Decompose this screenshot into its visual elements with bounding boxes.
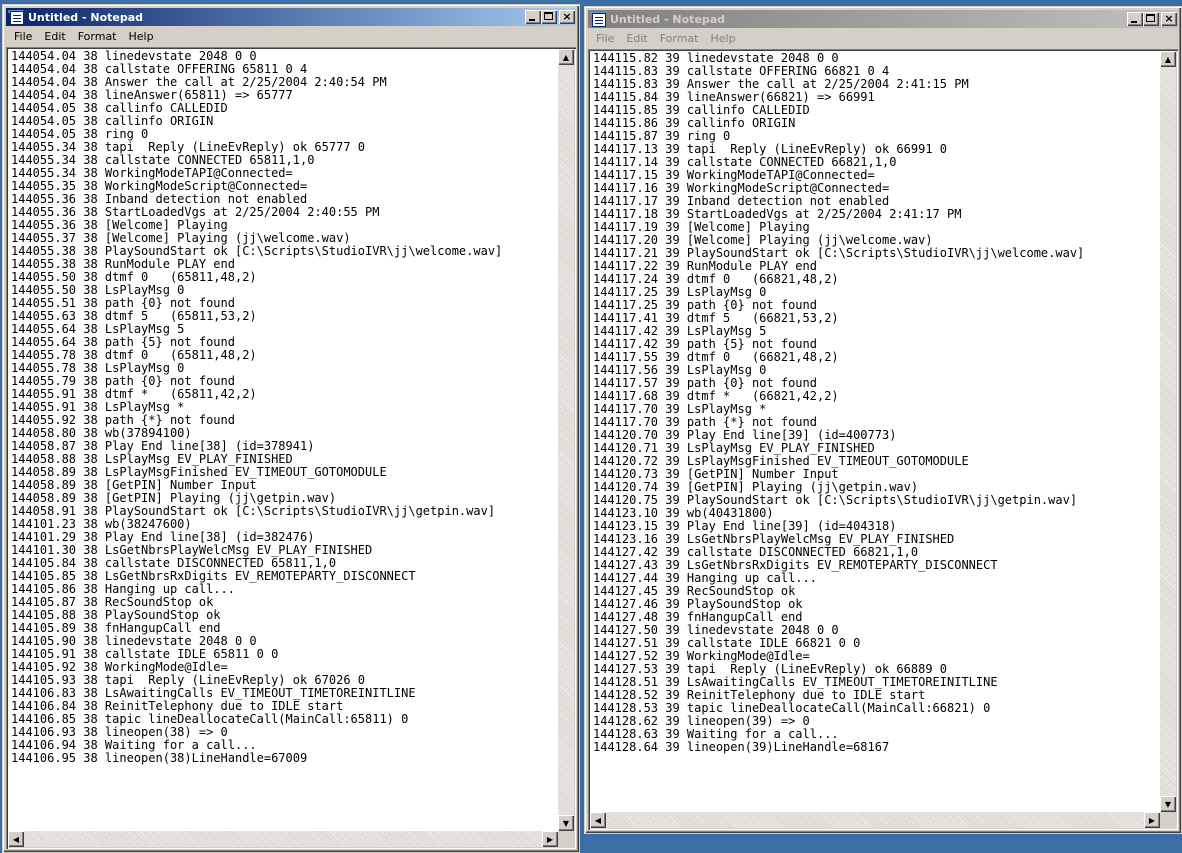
title-bar[interactable]: Untitled - Notepad × [588, 10, 1178, 28]
close-icon[interactable]: × [1161, 12, 1177, 26]
scroll-up-icon[interactable]: ▲ [558, 49, 574, 65]
menu-bar: File Edit Format Help [6, 26, 576, 46]
resize-grip[interactable] [558, 831, 574, 847]
menu-format[interactable]: Format [72, 30, 123, 43]
scroll-up-icon[interactable]: ▲ [1160, 51, 1176, 67]
menu-bar: File Edit Format Help [588, 28, 1178, 48]
window-title: Untitled - Notepad [610, 12, 726, 26]
text-line: 144128.64 39 lineopen(39)LineHandle=6816… [593, 740, 890, 754]
scroll-left-icon[interactable]: ◀ [590, 812, 606, 828]
text-content[interactable]: 144115.82 39 linedevstate 2048 0 0 144115… [591, 52, 1159, 811]
scroll-left-icon[interactable]: ◀ [8, 831, 24, 847]
menu-file[interactable]: File [590, 32, 620, 45]
menu-help[interactable]: Help [705, 32, 742, 45]
window-title: Untitled - Notepad [28, 10, 144, 24]
menu-edit[interactable]: Edit [620, 32, 653, 45]
scroll-down-icon[interactable]: ▼ [1160, 796, 1176, 812]
editor-area[interactable]: 144115.82 39 linedevstate 2048 0 0 144115… [588, 49, 1178, 830]
editor-area[interactable]: 144054.04 38 linedevstate 2048 0 0 144054… [6, 47, 576, 849]
scroll-down-icon[interactable]: ▼ [558, 815, 574, 831]
horizontal-scrollbar[interactable]: ◀ ▶ [8, 831, 558, 847]
close-icon[interactable]: × [559, 10, 575, 24]
text-line: 144106.95 38 lineopen(38)LineHandle=6700… [11, 751, 308, 765]
scroll-right-icon[interactable]: ▶ [542, 831, 558, 847]
notepad-window-right[interactable]: Untitled - Notepad × File Edit Format He… [584, 6, 1182, 834]
scroll-right-icon[interactable]: ▶ [1144, 812, 1160, 828]
maximize-icon[interactable] [1143, 12, 1159, 26]
menu-format[interactable]: Format [654, 32, 705, 45]
notepad-window-left[interactable]: Untitled - Notepad × File Edit Format He… [2, 4, 580, 853]
horizontal-scrollbar[interactable]: ◀ ▶ [590, 812, 1160, 828]
vertical-scrollbar[interactable]: ▲ ▼ [558, 49, 574, 831]
minimize-icon[interactable] [1127, 12, 1143, 26]
notepad-icon[interactable] [590, 12, 606, 27]
notepad-icon[interactable] [8, 10, 24, 25]
title-bar[interactable]: Untitled - Notepad × [6, 8, 576, 26]
menu-file[interactable]: File [8, 30, 38, 43]
menu-edit[interactable]: Edit [38, 30, 71, 43]
maximize-icon[interactable] [541, 10, 557, 24]
resize-grip[interactable] [1160, 812, 1176, 828]
vertical-scrollbar[interactable]: ▲ ▼ [1160, 51, 1176, 812]
minimize-icon[interactable] [525, 10, 541, 24]
menu-help[interactable]: Help [123, 30, 160, 43]
text-content[interactable]: 144054.04 38 linedevstate 2048 0 0 144054… [9, 50, 557, 830]
